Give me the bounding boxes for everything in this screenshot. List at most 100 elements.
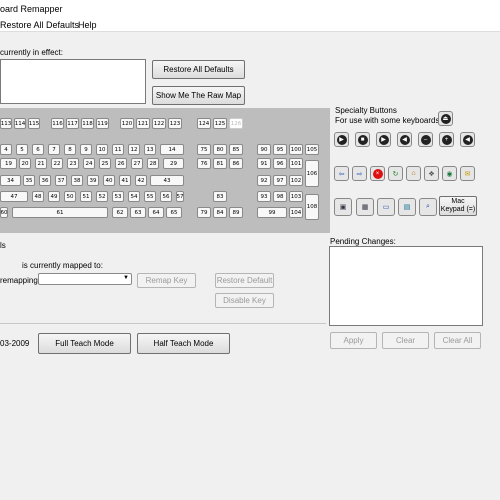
key-76[interactable]: 76 (197, 158, 211, 169)
key-39[interactable]: 39 (87, 175, 99, 186)
pending-changes-list[interactable] (329, 246, 483, 326)
key-62[interactable]: 62 (112, 207, 128, 218)
search-icon[interactable]: ⌕ (419, 198, 437, 216)
key-123[interactable]: 123 (168, 118, 182, 129)
key-22[interactable]: 22 (51, 158, 63, 169)
favorites-icon[interactable]: ❖ (424, 166, 439, 181)
key-28[interactable]: 28 (147, 158, 159, 169)
key-104[interactable]: 104 (289, 207, 303, 218)
key-93[interactable]: 93 (257, 191, 271, 202)
monitor-icon[interactable]: ▭ (377, 198, 395, 216)
media-stop-icon[interactable]: ■ (355, 132, 370, 147)
browser-stop-icon[interactable]: × (370, 166, 385, 181)
key-14[interactable]: 14 (160, 144, 184, 155)
key-79[interactable]: 79 (197, 207, 211, 218)
key-8[interactable]: 8 (64, 144, 76, 155)
key-24[interactable]: 24 (83, 158, 95, 169)
key-95[interactable]: 95 (273, 144, 287, 155)
mac-keypad-button[interactable]: Mac Keypad (=) (439, 196, 477, 216)
key-117[interactable]: 117 (66, 118, 79, 129)
show-raw-map-button[interactable]: Show Me The Raw Map (152, 86, 245, 105)
restore-all-defaults-button[interactable]: Restore All Defaults (152, 60, 245, 79)
key-40[interactable]: 40 (103, 175, 115, 186)
key-36[interactable]: 36 (39, 175, 51, 186)
current-mapping-box[interactable] (0, 59, 146, 104)
half-teach-mode-button[interactable]: Half Teach Mode (137, 333, 230, 354)
key-57[interactable]: 57 (176, 191, 184, 202)
key-35[interactable]: 35 (23, 175, 35, 186)
key-86[interactable]: 86 (229, 158, 243, 169)
key-6[interactable]: 6 (32, 144, 44, 155)
browser-refresh-icon[interactable]: ↻ (388, 166, 403, 181)
key-122[interactable]: 122 (152, 118, 166, 129)
menu-restore-all-defaults[interactable]: Restore All Defaults (0, 20, 79, 30)
key-25[interactable]: 25 (99, 158, 111, 169)
key-51[interactable]: 51 (80, 191, 92, 202)
key-114[interactable]: 114 (14, 118, 26, 129)
key-12[interactable]: 12 (128, 144, 140, 155)
key-20[interactable]: 20 (19, 158, 31, 169)
full-teach-mode-button[interactable]: Full Teach Mode (38, 333, 131, 354)
key-42[interactable]: 42 (135, 175, 147, 186)
key-56[interactable]: 56 (160, 191, 172, 202)
key-53[interactable]: 53 (112, 191, 124, 202)
key-26[interactable]: 26 (115, 158, 127, 169)
key-125[interactable]: 125 (213, 118, 227, 129)
key-81[interactable]: 81 (213, 158, 227, 169)
menu-help[interactable]: Help (78, 20, 97, 30)
key-13[interactable]: 13 (144, 144, 156, 155)
mail-icon[interactable]: ✉ (460, 166, 475, 181)
key-126[interactable]: 126 (229, 118, 243, 129)
sleep-icon[interactable]: ▤ (398, 198, 416, 216)
key-27[interactable]: 27 (131, 158, 143, 169)
media-next-icon[interactable]: ▶ (334, 132, 349, 147)
key-102[interactable]: 102 (289, 175, 303, 186)
browser-forward-icon[interactable]: ⇨ (352, 166, 367, 181)
key-9[interactable]: 9 (80, 144, 92, 155)
key-34[interactable]: 34 (0, 175, 21, 186)
key-116[interactable]: 116 (51, 118, 64, 129)
key-60[interactable]: 60 (0, 207, 8, 218)
browser-back-icon[interactable]: ⇦ (334, 166, 349, 181)
key-121[interactable]: 121 (136, 118, 150, 129)
remap-target-select[interactable]: ▼ (38, 273, 132, 285)
key-47[interactable]: 47 (0, 191, 28, 202)
key-85[interactable]: 85 (229, 144, 243, 155)
key-63[interactable]: 63 (130, 207, 146, 218)
key-5[interactable]: 5 (16, 144, 28, 155)
key-101[interactable]: 101 (289, 158, 303, 169)
key-100[interactable]: 100 (289, 144, 303, 155)
key-91[interactable]: 91 (257, 158, 271, 169)
key-54[interactable]: 54 (128, 191, 140, 202)
key-99[interactable]: 99 (257, 207, 287, 218)
apply-button[interactable]: Apply (330, 332, 377, 349)
key-90[interactable]: 90 (257, 144, 271, 155)
key-84[interactable]: 84 (213, 207, 227, 218)
browser-search-icon[interactable]: ◉ (442, 166, 457, 181)
key-49[interactable]: 49 (48, 191, 60, 202)
key-43[interactable]: 43 (150, 175, 184, 186)
key-10[interactable]: 10 (96, 144, 108, 155)
key-115[interactable]: 115 (28, 118, 40, 129)
key-80[interactable]: 80 (213, 144, 227, 155)
eject-icon[interactable]: ⏏ (438, 111, 453, 126)
key-103[interactable]: 103 (289, 191, 303, 202)
media-prev-icon[interactable]: ◀ (397, 132, 412, 147)
key-50[interactable]: 50 (64, 191, 76, 202)
disable-key-button[interactable]: Disable Key (215, 293, 274, 308)
volume-down-icon[interactable]: – (418, 132, 433, 147)
key-108[interactable]: 108 (305, 194, 319, 220)
key-11[interactable]: 11 (112, 144, 124, 155)
key-41[interactable]: 41 (119, 175, 131, 186)
key-65[interactable]: 65 (166, 207, 182, 218)
key-64[interactable]: 64 (148, 207, 164, 218)
key-52[interactable]: 52 (96, 191, 108, 202)
key-48[interactable]: 48 (32, 191, 44, 202)
restore-default-button[interactable]: Restore Default (215, 273, 274, 288)
clear-all-button[interactable]: Clear All (434, 332, 481, 349)
key-7[interactable]: 7 (48, 144, 60, 155)
key-118[interactable]: 118 (81, 118, 94, 129)
key-97[interactable]: 97 (273, 175, 287, 186)
key-29[interactable]: 29 (163, 158, 184, 169)
key-92[interactable]: 92 (257, 175, 271, 186)
